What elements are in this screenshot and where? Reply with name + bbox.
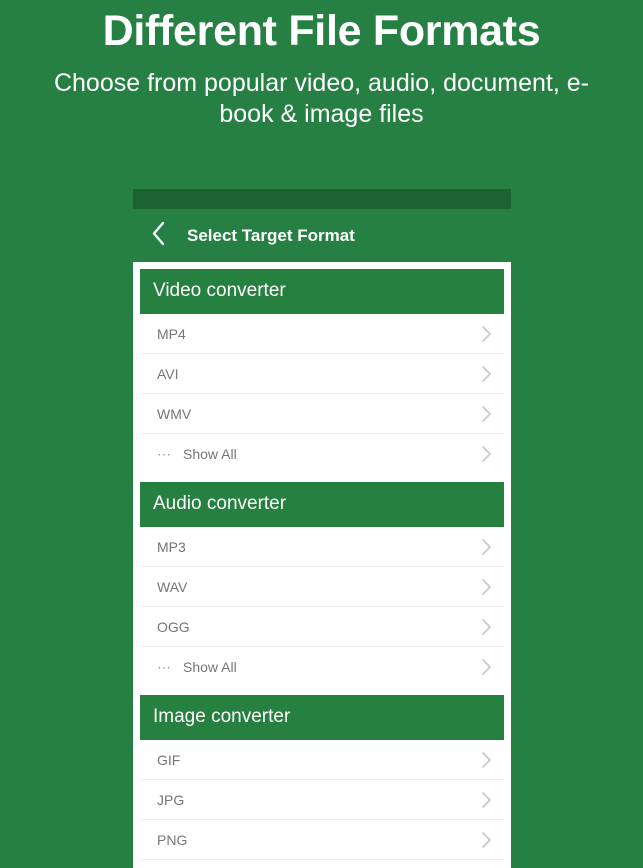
promo-title: Different File Formats <box>102 7 541 55</box>
converter-section: Image converter GIF JPG PNG <box>140 695 504 868</box>
app-bar-title: Select Target Format <box>187 225 355 245</box>
format-row-label: WMV <box>157 405 192 422</box>
ellipsis-icon: ⋯ <box>157 446 172 462</box>
chevron-right-icon <box>481 365 492 383</box>
format-row[interactable]: GIF <box>140 740 504 780</box>
section-header: Audio converter <box>140 482 504 527</box>
status-bar <box>133 189 511 209</box>
format-row[interactable]: OGG <box>140 607 504 647</box>
format-row[interactable]: MP3 <box>140 527 504 567</box>
chevron-left-icon <box>151 221 166 251</box>
format-row[interactable]: WMV <box>140 394 504 434</box>
format-row-label: WAV <box>157 578 188 595</box>
section-header: Video converter <box>140 269 504 314</box>
chevron-right-icon <box>481 618 492 636</box>
chevron-right-icon <box>481 831 492 849</box>
ellipsis-icon: ⋯ <box>157 659 172 675</box>
back-button[interactable] <box>135 213 181 259</box>
format-row-label: Show All <box>183 446 237 462</box>
chevron-right-icon <box>481 405 492 423</box>
phone-screenshot: Select Target Format Video converter MP4 A… <box>133 189 511 868</box>
chevron-right-icon <box>481 791 492 809</box>
format-row-label: Show All <box>183 659 237 675</box>
chevron-right-icon <box>481 445 492 463</box>
format-row[interactable]: MP4 <box>140 314 504 354</box>
format-row-label: PNG <box>157 831 188 848</box>
chevron-right-icon <box>481 325 492 343</box>
app-bar: Select Target Format <box>133 209 511 262</box>
format-row-label: OGG <box>157 618 190 635</box>
format-row <box>140 860 504 868</box>
format-row-label: MP3 <box>157 538 186 555</box>
format-list-scroll-area[interactable]: Video converter MP4 AVI WMV ⋯ Show All Audio c… <box>133 262 511 868</box>
format-row[interactable]: PNG <box>140 820 504 860</box>
promo-subtitle: Choose from popular video, audio, docume… <box>53 69 590 128</box>
format-row-label: MP4 <box>157 325 186 342</box>
chevron-right-icon <box>481 578 492 596</box>
converter-section: Video converter MP4 AVI WMV ⋯ Show All <box>140 269 504 474</box>
format-row[interactable]: AVI <box>140 354 504 394</box>
show-all-row[interactable]: ⋯ Show All <box>140 647 504 687</box>
converter-section: Audio converter MP3 WAV OGG ⋯ Show All <box>140 482 504 687</box>
format-row-label: JPG <box>157 791 185 808</box>
format-row-label: GIF <box>157 751 181 768</box>
format-row[interactable]: JPG <box>140 780 504 820</box>
format-row[interactable]: WAV <box>140 567 504 607</box>
format-row-label: AVI <box>157 365 179 382</box>
chevron-right-icon <box>481 751 492 769</box>
promo-banner: Different File Formats Choose from popul… <box>0 0 643 130</box>
chevron-right-icon <box>481 658 492 676</box>
section-header: Image converter <box>140 695 504 740</box>
chevron-right-icon <box>481 538 492 556</box>
show-all-row[interactable]: ⋯ Show All <box>140 434 504 474</box>
